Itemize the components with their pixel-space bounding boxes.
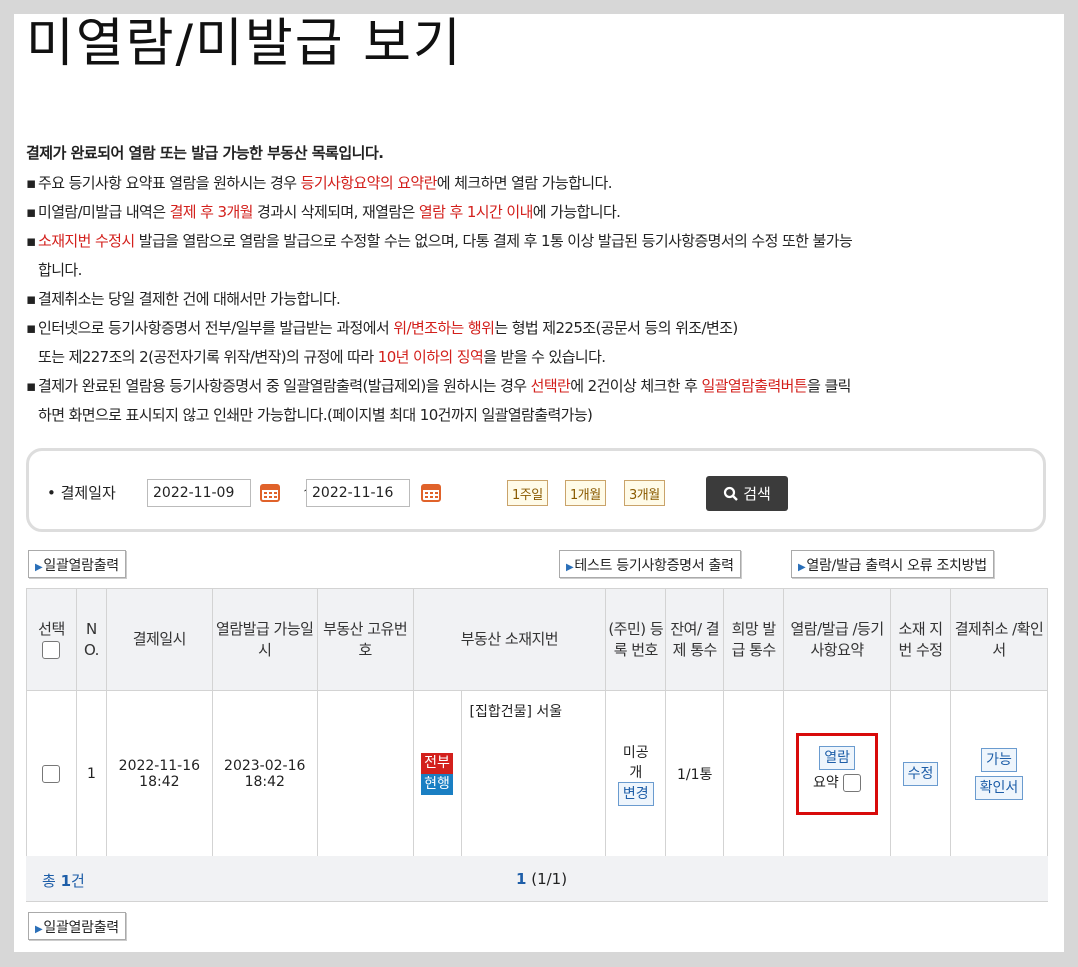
row-paid-date: 2022-11-16 18:42: [105, 690, 213, 857]
table-row: 1 2022-11-16 18:42 2023-02-16 18:42 전부 현…: [26, 690, 1048, 857]
error-guide-button[interactable]: ▶열람/발급 출력시 오류 조치방법: [791, 550, 994, 578]
col-no: N O.: [75, 588, 107, 691]
notice-lead: 결제가 완료되어 열람 또는 발급 가능한 부동산 목록입니다.: [26, 144, 384, 162]
row-no: 1: [75, 690, 107, 857]
summary-label: 요약: [812, 774, 839, 791]
search-icon: [724, 486, 739, 501]
row-desired: [723, 690, 785, 857]
notice-section: 결제가 완료되어 열람 또는 발급 가능한 부동산 목록입니다. ▪ 주요 등기사…: [26, 142, 1056, 430]
pagination: 1 (1/1): [516, 870, 568, 888]
period-1week-button[interactable]: 1주일: [507, 480, 548, 506]
row-select-cell: [26, 690, 77, 857]
col-available-date: 열람발급 가능일시: [211, 588, 318, 691]
status-badge: 현행: [421, 773, 453, 795]
test-print-button[interactable]: ▶테스트 등기사항증명서 출력: [559, 550, 741, 578]
notice-line: ▪ 미열람/미발급 내역은 결제 후 3개월 경과시 삭제되며, 재열람은 열람 …: [26, 203, 621, 221]
notice-line: ▪ 인터넷으로 등기사항증명서 전부/일부를 발급받는 과정에서 위/변조하는 행…: [26, 319, 738, 337]
table-footer: 총 1건 1 (1/1): [26, 856, 1048, 902]
col-fix-address: 소재 지번 수정: [890, 588, 951, 691]
row-remaining: 1/1통: [665, 690, 725, 857]
col-remaining: 잔여/ 결제 통수: [665, 588, 725, 691]
row-resident-cell: 미공개 변경: [605, 690, 667, 857]
view-summary-highlight: 열람 요약: [796, 732, 879, 815]
confirm-doc-button[interactable]: 확인서: [974, 775, 1024, 800]
arrow-right-icon: ▶: [35, 562, 43, 573]
calendar-icon[interactable]: [259, 481, 281, 503]
select-all-checkbox[interactable]: [42, 641, 61, 659]
col-cancel: 결제취소 /확인서: [950, 588, 1048, 691]
fix-address-button[interactable]: 수정: [902, 761, 939, 786]
arrow-right-icon: ▶: [566, 562, 574, 573]
notice-line-cont: 하면 화면으로 표시되지 않고 인쇄만 가능합니다.(페이지별 최대 10건까지…: [38, 406, 593, 424]
cancel-possible-button[interactable]: 가능: [981, 747, 1017, 772]
bulk-print-button-top[interactable]: ▶일괄열람출력: [28, 550, 126, 578]
page-title: 미열람/미발급 보기: [26, 14, 463, 74]
row-fix-cell: 수정: [890, 690, 951, 857]
period-1month-button[interactable]: 1개월: [565, 480, 606, 506]
row-view-cell: 열람 요약: [783, 690, 892, 857]
resident-change-button[interactable]: 변경: [617, 781, 654, 806]
date-from-input[interactable]: [147, 479, 251, 507]
col-unique-no: 부동산 고유번호: [316, 588, 414, 691]
row-checkbox[interactable]: [42, 764, 61, 783]
summary-checkbox[interactable]: [843, 773, 862, 792]
table-header-row: 선택 N O. 결제일시 열람발급 가능일시 부동산 고유번호 부동산 소재지번…: [26, 588, 1048, 691]
notice-line: ▪ 주요 등기사항 요약표 열람을 원하시는 경우 등기사항요약의 요약란에 체크…: [26, 174, 612, 192]
period-3month-button[interactable]: 3개월: [624, 480, 665, 506]
row-cancel-cell: 가능 확인서: [950, 690, 1048, 857]
col-address: 부동산 소재지번: [412, 588, 607, 691]
resident-no-value: 미공개: [622, 744, 649, 781]
paid-date-label: • 결제일자: [47, 484, 116, 502]
calendar-icon[interactable]: [420, 481, 442, 503]
notice-line-cont: 또는 제227조의 2(공전자기록 위작/변작)의 규정에 따라 10년 이하의…: [38, 348, 606, 366]
page-current[interactable]: 1: [516, 870, 526, 888]
arrow-right-icon: ▶: [35, 924, 43, 935]
row-badges-cell: 전부 현행: [412, 690, 462, 857]
col-resident-no: (주민) 등록 번호: [605, 588, 667, 691]
main-frame: 미열람/미발급 보기 결제가 완료되어 열람 또는 발급 가능한 부동산 목록입…: [14, 14, 1064, 952]
row-unique-no: [316, 690, 414, 857]
col-paid-date: 결제일시: [105, 588, 213, 691]
col-desired: 희망 발급 통수: [723, 588, 785, 691]
date-to-input[interactable]: [306, 479, 410, 507]
total-count: 총 1건: [42, 872, 85, 890]
bulk-print-button-bottom[interactable]: ▶일괄열람출력: [28, 912, 126, 940]
col-view-issue: 열람/발급 /등기 사항요약: [783, 588, 892, 691]
search-panel: • 결제일자 ~ 1주일 1개월 3개월 검색: [26, 448, 1046, 532]
row-available-date: 2023-02-16 18:42: [211, 690, 318, 857]
payment-list-table: 선택 N O. 결제일시 열람발급 가능일시 부동산 고유번호 부동산 소재지번…: [26, 588, 1048, 857]
scope-badge: 전부: [421, 752, 453, 774]
search-button[interactable]: 검색: [706, 476, 788, 511]
arrow-right-icon: ▶: [798, 562, 806, 573]
notice-line-cont: 합니다.: [38, 261, 82, 279]
notice-line: ▪ 소재지번 수정시 발급을 열람으로 열람을 발급으로 수정할 수는 없으며, …: [26, 232, 853, 250]
notice-line: ▪ 결제가 완료된 열람용 등기사항증명서 중 일괄열람출력(발급제외)을 원하시…: [26, 377, 851, 395]
row-address: [집합건물] 서울: [460, 690, 607, 857]
notice-line: ▪ 결제취소는 당일 결제한 건에 대해서만 가능합니다.: [26, 290, 341, 308]
col-select: 선택: [26, 588, 77, 691]
search-button-label: 검색: [743, 485, 771, 503]
view-button[interactable]: 열람: [819, 745, 855, 770]
